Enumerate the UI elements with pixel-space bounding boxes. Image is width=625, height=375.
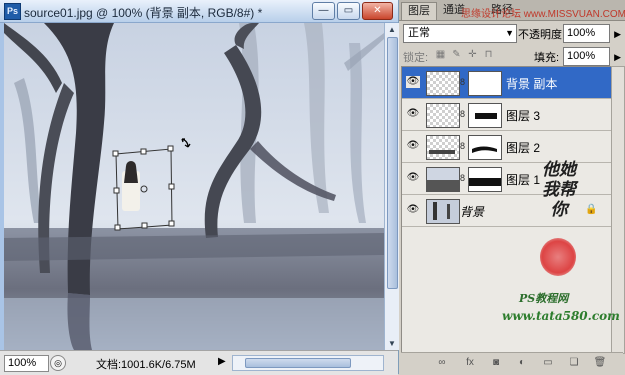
- opacity-value: 100%: [567, 27, 596, 39]
- watermark-vertical-text: 他她我帮你: [542, 160, 576, 220]
- panel-tabs: 图层 通道 路径 思缘设计论坛 www.MISSVUAN.COM: [399, 0, 625, 21]
- adjustment-layer-icon[interactable]: ◐: [515, 356, 529, 369]
- minimize-button[interactable]: —: [312, 2, 335, 20]
- layers-panel-footer: ∞ fx ◙ ◐ ▭ ❏ 🗑: [401, 352, 623, 373]
- visibility-eye-icon[interactable]: 👁: [406, 204, 420, 216]
- image-canvas[interactable]: [4, 23, 384, 350]
- add-mask-icon[interactable]: ◙: [489, 356, 503, 369]
- layer-thumb-content: [429, 150, 455, 154]
- fill-field[interactable]: 100% ▶: [563, 47, 621, 66]
- document-title: source01.jpg @ 100% (背景 副本, RGB/8#) *: [24, 6, 263, 20]
- link-icon: 8: [460, 109, 466, 119]
- visibility-eye-icon[interactable]: 👁: [406, 108, 420, 120]
- document-window: Ps source01.jpg @ 100% (背景 副本, RGB/8#) *…: [0, 0, 399, 375]
- visibility-eye-icon[interactable]: 👁: [406, 172, 420, 184]
- chevron-down-icon: ▼: [505, 28, 514, 38]
- lock-label: 锁定:: [403, 52, 429, 64]
- foggy-forest-photo: [4, 23, 384, 350]
- vertical-scrollbar[interactable]: ▲ ▼: [384, 23, 399, 350]
- link-icon: 8: [460, 173, 466, 183]
- visibility-eye-icon[interactable]: 👁: [406, 76, 420, 88]
- layer-name: 背景: [460, 205, 485, 219]
- opacity-slider-arrow-icon[interactable]: ▶: [614, 26, 621, 43]
- lock-all-padlock-icon[interactable]: ⊓: [483, 49, 494, 60]
- tab-layers[interactable]: 图层: [401, 2, 437, 20]
- lock-fill-row: 锁定: ▦ ✎ ✛ ⊓ 填充: 100% ▶: [403, 46, 621, 66]
- lock-image-brush-icon[interactable]: ✎: [451, 49, 462, 60]
- restore-button[interactable]: ▭: [337, 2, 360, 20]
- layer-name: 图层 2: [506, 141, 541, 155]
- fill-value: 100%: [567, 50, 596, 62]
- fill-slider-arrow-icon[interactable]: ▶: [614, 49, 621, 66]
- layer-mask-thumbnail[interactable]: [468, 135, 502, 160]
- mask-shape: [469, 178, 501, 186]
- watermark-top-text: 思缘设计论坛 www.MISSVUAN.COM: [461, 9, 625, 20]
- link-layers-icon[interactable]: ∞: [435, 356, 449, 369]
- zoom-level-field[interactable]: 100%: [4, 355, 49, 372]
- window-controls: — ▭ ✕: [312, 2, 393, 20]
- link-icon: 8: [460, 77, 466, 87]
- mask-shape: [472, 146, 497, 153]
- layer-name: 背景 副本: [506, 77, 558, 91]
- document-size-info: 文档:1001.6K/6.75M: [96, 359, 196, 371]
- watermark-ps-text: PS教程网: [519, 292, 569, 305]
- layer-name: 图层 1: [506, 173, 541, 187]
- layer-row-background[interactable]: 👁 背景 🔒: [402, 195, 611, 227]
- lock-position-move-icon[interactable]: ✛: [467, 49, 478, 60]
- watermark-url: www.tata580.com: [502, 309, 620, 323]
- vertical-scroll-thumb[interactable]: [387, 37, 398, 289]
- layer-thumbnail: [426, 103, 460, 128]
- scroll-up-icon[interactable]: ▲: [385, 23, 399, 36]
- horizontal-scroll-thumb[interactable]: [245, 358, 351, 368]
- layer-row-background-copy[interactable]: 👁 8 背景 副本: [402, 67, 611, 99]
- layer-thumb-content: [427, 200, 459, 223]
- blend-mode-select[interactable]: 正常 ▼: [403, 24, 517, 43]
- status-bar: 100% ◎ 文档:1001.6K/6.75M ▶: [0, 350, 398, 375]
- lock-transparent-icon[interactable]: ▦: [435, 49, 446, 60]
- opacity-label: 不透明度:: [518, 29, 566, 41]
- mask-shape: [475, 113, 497, 119]
- close-button[interactable]: ✕: [362, 2, 393, 20]
- layer-thumbnail: [426, 199, 460, 224]
- red-seal-stamp: [540, 238, 576, 276]
- zoom-options-icon[interactable]: ◎: [50, 355, 66, 371]
- layer-row-layer-3[interactable]: 👁 8 图层 3: [402, 99, 611, 131]
- status-menu-arrow-icon[interactable]: ▶: [218, 356, 226, 367]
- opacity-field[interactable]: 100% ▶: [563, 24, 621, 43]
- layer-row-layer-1[interactable]: 👁 8 图层 1: [402, 163, 611, 195]
- scroll-down-icon[interactable]: ▼: [385, 337, 399, 350]
- fx-icon[interactable]: fx: [463, 356, 477, 369]
- new-group-icon[interactable]: ▭: [541, 356, 555, 369]
- visibility-eye-icon[interactable]: 👁: [406, 140, 420, 152]
- layer-thumb-content: [427, 168, 459, 191]
- fill-label: 填充:: [534, 52, 560, 64]
- layer-row-layer-2[interactable]: 👁 8 图层 2: [402, 131, 611, 163]
- new-layer-icon[interactable]: ❏: [567, 356, 581, 369]
- layer-mask-thumbnail[interactable]: [468, 167, 502, 192]
- layer-thumbnail: [426, 167, 460, 192]
- layer-thumbnail: [426, 135, 460, 160]
- horizontal-scrollbar[interactable]: [232, 355, 384, 371]
- layer-name: 图层 3: [506, 109, 541, 123]
- lock-icon: 🔒: [585, 204, 598, 215]
- link-icon: 8: [460, 141, 466, 151]
- blend-opacity-row: 正常 ▼ 不透明度: 100% ▶: [403, 24, 621, 44]
- blend-mode-value: 正常: [408, 27, 430, 39]
- layers-panel: 图层 通道 路径 思缘设计论坛 www.MISSVUAN.COM 正常 ▼ 不透…: [399, 0, 625, 374]
- layer-mask-thumbnail[interactable]: [468, 71, 502, 96]
- layer-thumbnail: [426, 71, 460, 96]
- photoshop-logo-icon: Ps: [4, 3, 21, 20]
- trash-icon[interactable]: 🗑: [593, 356, 607, 369]
- layer-mask-thumbnail[interactable]: [468, 103, 502, 128]
- document-titlebar[interactable]: Ps source01.jpg @ 100% (背景 副本, RGB/8#) *…: [0, 0, 398, 23]
